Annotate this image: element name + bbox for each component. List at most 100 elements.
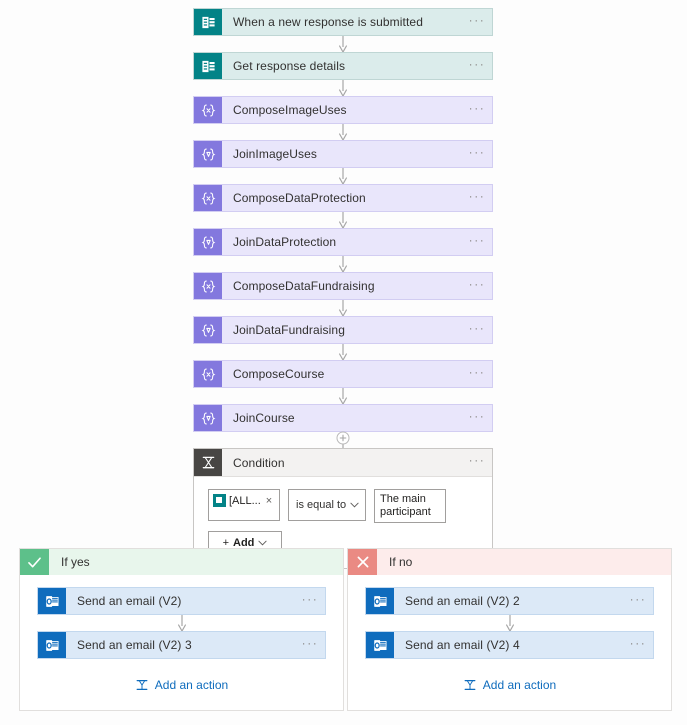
branch-if-yes: If yes Send an email (V2) ··· Send an emai… xyxy=(19,548,344,711)
branch-no-body: Send an email (V2) 2 ··· Send an email (V2… xyxy=(348,575,671,659)
flow-step-6[interactable]: ComposeDataFundraising ··· xyxy=(193,272,493,300)
operator-value: is equal to xyxy=(296,499,347,511)
branch-yes-title: If yes xyxy=(61,555,90,569)
flow-connector xyxy=(193,344,493,360)
branch-yes-action-1-label: Send an email (V2) 3 xyxy=(77,638,192,652)
microsoft-forms-icon xyxy=(213,494,226,507)
flow-step-7-label: JoinDataFundraising xyxy=(233,323,345,337)
join-icon xyxy=(194,317,222,343)
microsoft-forms-icon xyxy=(194,53,222,79)
add-action-label: Add an action xyxy=(154,678,229,692)
branch-yes-action-0-menu-button[interactable]: ··· xyxy=(295,588,325,614)
branch-no-action-1[interactable]: Send an email (V2) 4 ··· xyxy=(365,631,654,659)
branch-yes-action-0-label: Send an email (V2) xyxy=(77,594,182,608)
compose-icon xyxy=(194,361,222,387)
flow-step-2[interactable]: ComposeImageUses ··· xyxy=(193,96,493,124)
flow-step-5-menu-button[interactable]: ··· xyxy=(462,229,492,255)
dynamic-content-token: [ALL... × xyxy=(213,494,272,507)
chevron-down-icon xyxy=(350,502,359,508)
flow-step-0-menu-button[interactable]: ··· xyxy=(462,9,492,35)
flow-step-4-label: ComposeDataProtection xyxy=(233,191,366,205)
condition-operator-select[interactable]: is equal to xyxy=(288,489,366,521)
flow-connector xyxy=(193,212,493,228)
flow-step-9-label: JoinCourse xyxy=(233,411,295,425)
flow-step-1-menu-button[interactable]: ··· xyxy=(462,53,492,79)
flow-step-2-label: ComposeImageUses xyxy=(233,103,347,117)
chevron-down-icon xyxy=(258,540,268,546)
branch-connector xyxy=(37,615,326,631)
flow-connector xyxy=(193,80,493,96)
outlook-icon xyxy=(38,632,66,658)
join-icon xyxy=(194,405,222,431)
branch-yes-add-action-link[interactable]: Add an action xyxy=(20,678,343,692)
condition-expression-row: [ALL... × is equal to The main participa… xyxy=(208,489,478,523)
flow-step-6-menu-button[interactable]: ··· xyxy=(462,273,492,299)
compose-icon xyxy=(194,273,222,299)
branch-yes-action-1[interactable]: Send an email (V2) 3 ··· xyxy=(37,631,326,659)
flow-step-5-label: JoinDataProtection xyxy=(233,235,337,249)
condition-header: Condition ··· xyxy=(194,449,492,477)
branch-no-action-0[interactable]: Send an email (V2) 2 ··· xyxy=(365,587,654,615)
flow-step-9[interactable]: JoinCourse ··· xyxy=(193,404,493,432)
outlook-icon xyxy=(366,588,394,614)
add-action-icon xyxy=(464,680,476,690)
flow-step-6-label: ComposeDataFundraising xyxy=(233,279,375,293)
token-label: [ALL... xyxy=(229,494,261,507)
flow-step-7[interactable]: JoinDataFundraising ··· xyxy=(193,316,493,344)
flow-connector xyxy=(193,124,493,140)
condition-title: Condition xyxy=(233,455,285,470)
flow-step-8-label: ComposeCourse xyxy=(233,367,325,381)
flow-step-0-label: When a new response is submitted xyxy=(233,15,423,29)
add-action-icon xyxy=(136,680,148,690)
condition-menu-button[interactable]: ··· xyxy=(462,449,492,476)
flow-canvas: When a new response is submitted ··· Get r… xyxy=(0,0,687,725)
flow-step-1[interactable]: Get response details ··· xyxy=(193,52,493,80)
microsoft-forms-icon xyxy=(194,9,222,35)
flow-connector xyxy=(193,168,493,184)
flow-connector xyxy=(193,256,493,272)
branch-no-add-action-link[interactable]: Add an action xyxy=(348,678,671,692)
branch-yes-body: Send an email (V2) ··· Send an email (V2) … xyxy=(20,575,343,659)
flow-connector xyxy=(193,388,493,404)
branch-if-no: If no Send an email (V2) 2 ··· Send an ema… xyxy=(347,548,672,711)
condition-right-operand-field[interactable]: The main participant xyxy=(374,489,446,523)
flow-step-2-menu-button[interactable]: ··· xyxy=(462,97,492,123)
flow-step-8[interactable]: ComposeCourse ··· xyxy=(193,360,493,388)
flow-step-1-label: Get response details xyxy=(233,59,346,73)
flow-step-3[interactable]: JoinImageUses ··· xyxy=(193,140,493,168)
flow-step-4-menu-button[interactable]: ··· xyxy=(462,185,492,211)
join-icon xyxy=(194,141,222,167)
flow-step-4[interactable]: ComposeDataProtection ··· xyxy=(193,184,493,212)
remove-token-icon[interactable]: × xyxy=(264,495,272,507)
close-icon xyxy=(348,549,377,575)
branch-connector xyxy=(365,615,654,631)
branch-no-action-1-label: Send an email (V2) 4 xyxy=(405,638,520,652)
check-icon xyxy=(20,549,49,575)
flow-step-7-menu-button[interactable]: ··· xyxy=(462,317,492,343)
condition-left-operand-field[interactable]: [ALL... × xyxy=(208,489,280,521)
flow-step-0[interactable]: When a new response is submitted ··· xyxy=(193,8,493,36)
outlook-icon xyxy=(38,588,66,614)
flow-step-8-menu-button[interactable]: ··· xyxy=(462,361,492,387)
branch-no-header: If no xyxy=(348,549,671,575)
compose-icon xyxy=(194,185,222,211)
condition-icon xyxy=(194,449,222,476)
flow-connector xyxy=(193,36,493,52)
insert-step-node[interactable] xyxy=(336,431,350,445)
flow-step-9-menu-button[interactable]: ··· xyxy=(462,405,492,431)
branch-no-title: If no xyxy=(389,555,413,569)
outlook-icon xyxy=(366,632,394,658)
flow-step-3-label: JoinImageUses xyxy=(233,147,318,161)
join-icon xyxy=(194,229,222,255)
branch-yes-action-0[interactable]: Send an email (V2) ··· xyxy=(37,587,326,615)
branch-no-action-0-menu-button[interactable]: ··· xyxy=(623,588,653,614)
flow-step-3-menu-button[interactable]: ··· xyxy=(462,141,492,167)
flow-connector xyxy=(193,300,493,316)
add-action-label: Add an action xyxy=(482,678,557,692)
branch-no-action-0-label: Send an email (V2) 2 xyxy=(405,594,520,608)
branch-yes-action-1-menu-button[interactable]: ··· xyxy=(295,632,325,658)
branch-yes-header: If yes xyxy=(20,549,343,575)
branch-no-action-1-menu-button[interactable]: ··· xyxy=(623,632,653,658)
compose-icon xyxy=(194,97,222,123)
flow-step-5[interactable]: JoinDataProtection ··· xyxy=(193,228,493,256)
